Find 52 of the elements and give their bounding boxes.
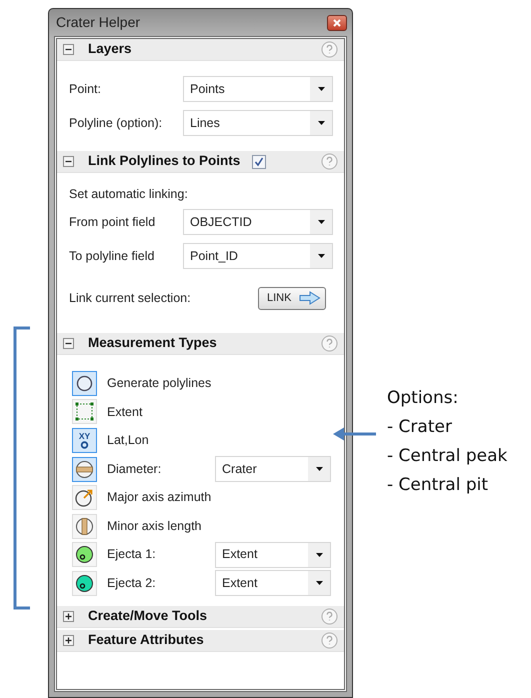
arrow-drawing xyxy=(331,426,377,442)
dropdown[interactable]: OBJECTID xyxy=(183,209,333,235)
tool-label: Extent xyxy=(107,404,144,421)
tool-label: Minor axis length xyxy=(107,518,202,535)
close-icon xyxy=(333,18,341,26)
dropdown-arrow-icon xyxy=(316,552,322,557)
annotation-item: - Central peak xyxy=(387,445,508,468)
section-header[interactable]: Layers xyxy=(57,39,344,61)
close-button[interactable] xyxy=(327,14,347,30)
field-label: Polyline (option): xyxy=(69,114,164,132)
dropdown[interactable]: Lines xyxy=(183,110,333,136)
dropdown-arrow-icon xyxy=(318,220,324,224)
collapse-icon[interactable] xyxy=(63,338,74,349)
window-title: Crater Helper xyxy=(55,13,140,32)
dropdown[interactable]: Crater xyxy=(215,456,331,482)
dropdown[interactable]: Extent xyxy=(215,542,331,568)
annotation-item: - Central pit xyxy=(387,474,490,497)
tool-label: Generate polylines xyxy=(107,374,212,392)
annotation-item: - Crater xyxy=(387,416,453,439)
dropdown-arrow-icon xyxy=(316,581,322,586)
annotation-title: Options: xyxy=(387,387,460,410)
field-label: Point: xyxy=(69,80,102,98)
tool-icon[interactable] xyxy=(72,370,97,396)
section-text: Set automatic linking: xyxy=(69,186,188,203)
checkbox[interactable] xyxy=(252,154,266,168)
tool-label: Ejecta 2: xyxy=(107,575,157,592)
dropdown[interactable]: Extent xyxy=(215,570,331,596)
tool-label: Diameter: xyxy=(107,460,162,478)
arrow-icon xyxy=(299,291,321,305)
link-button[interactable]: LINK xyxy=(258,286,326,310)
field-label: To polyline field xyxy=(69,248,156,265)
field-label: Link current selection: xyxy=(69,290,191,307)
tool-icon[interactable]: XY xyxy=(72,428,97,453)
dropdown-arrow-icon xyxy=(316,467,322,472)
dropdown-arrow-icon xyxy=(318,254,324,258)
dropdown[interactable]: Points xyxy=(183,76,333,102)
tool-label: Lat,Lon xyxy=(107,432,150,450)
section-header[interactable]: Create/Move Tools xyxy=(57,606,344,628)
dropdown-arrow-icon xyxy=(318,87,324,91)
section-header[interactable]: Feature Attributes xyxy=(57,630,344,652)
expand-icon[interactable] xyxy=(63,634,74,646)
tool-label: Major axis azimuth xyxy=(107,489,212,506)
collapse-icon[interactable] xyxy=(63,44,74,55)
tool-label: Ejecta 1: xyxy=(107,546,157,564)
collapse-icon[interactable] xyxy=(63,156,74,167)
section-header[interactable]: Measurement Types xyxy=(57,333,344,355)
field-label: From point field xyxy=(69,214,156,231)
dropdown[interactable]: Point_ID xyxy=(183,243,333,269)
tool-icon[interactable] xyxy=(72,456,97,482)
expand-icon[interactable] xyxy=(63,610,74,622)
section-header[interactable]: Link Polylines to Points xyxy=(57,151,344,173)
dropdown-arrow-icon xyxy=(318,121,324,125)
